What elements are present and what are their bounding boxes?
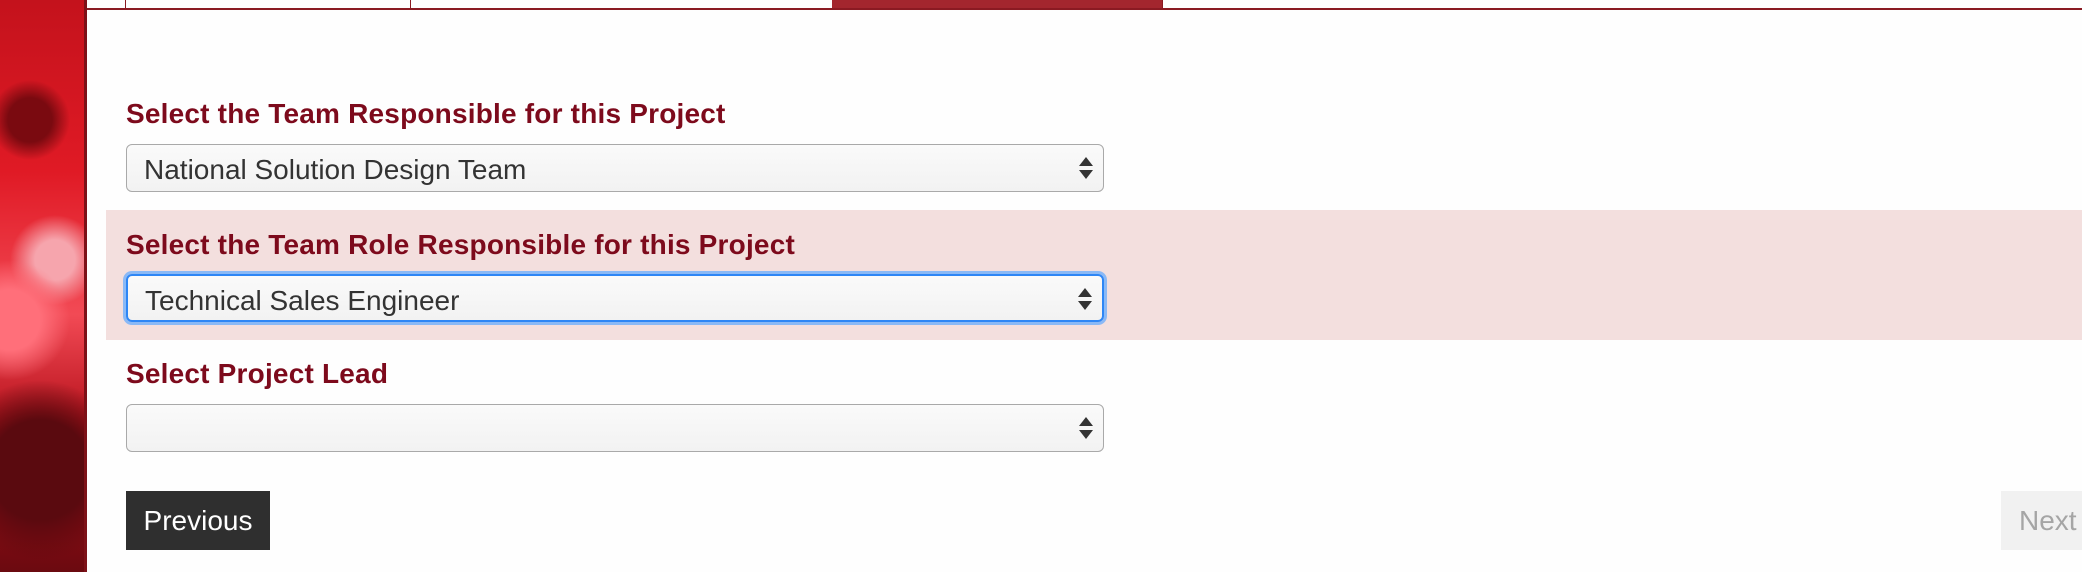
team-field: Select the Team Responsible for this Pro… — [87, 88, 2082, 208]
project-lead-select[interactable] — [126, 404, 1104, 452]
next-button[interactable]: Next — [2001, 491, 2082, 550]
project-lead-label: Select Project Lead — [126, 358, 389, 389]
wizard-tab-2[interactable] — [410, 0, 831, 8]
wizard-tab-strip — [87, 0, 2082, 10]
select-arrows-icon — [1079, 414, 1093, 442]
select-arrows-icon — [1079, 154, 1093, 182]
decorative-side-banner — [0, 0, 87, 572]
team-role-label: Select the Team Role Responsible for thi… — [126, 229, 796, 260]
team-role-field: Select the Team Role Responsible for thi… — [106, 210, 2082, 340]
team-label: Select the Team Responsible for this Pro… — [126, 98, 726, 129]
wizard-tab-4[interactable] — [1162, 0, 1165, 8]
team-role-select[interactable]: Technical Sales Engineer — [126, 274, 1104, 322]
project-lead-field: Select Project Lead — [87, 340, 2082, 470]
wizard-tab-active[interactable] — [832, 0, 1163, 8]
previous-button[interactable]: Previous — [126, 491, 270, 550]
select-arrows-icon — [1078, 285, 1092, 313]
team-role-select-value: Technical Sales Engineer — [145, 285, 460, 316]
wizard-tab-1[interactable] — [125, 0, 411, 8]
wizard-content: Select the Team Responsible for this Pro… — [87, 0, 2082, 572]
team-select-value: National Solution Design Team — [144, 154, 527, 185]
team-select[interactable]: National Solution Design Team — [126, 144, 1104, 192]
